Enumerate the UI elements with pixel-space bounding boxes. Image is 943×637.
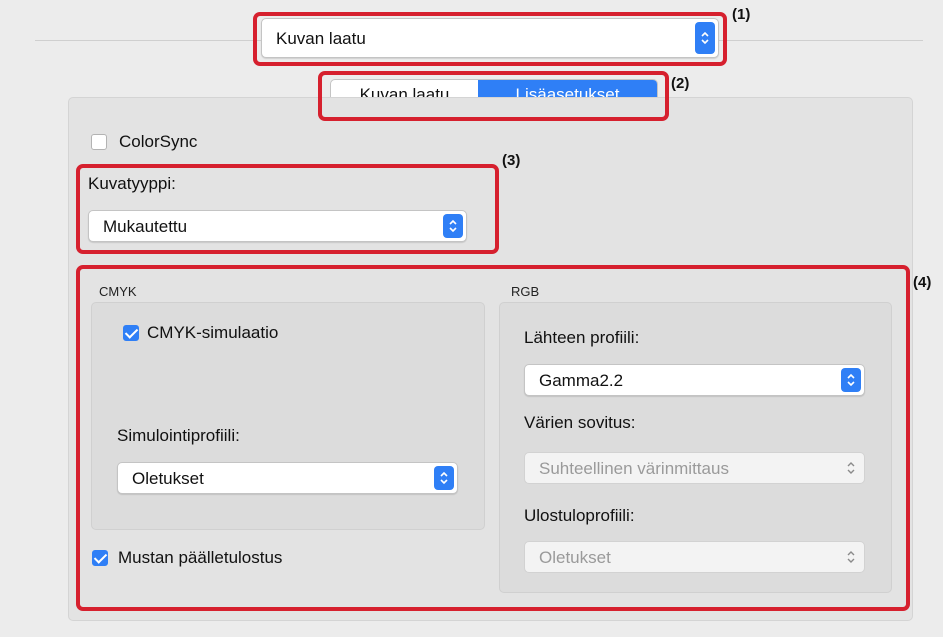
- callout-1: (1): [732, 6, 751, 23]
- annotation-box-3: [76, 164, 499, 254]
- colorsync-checkbox[interactable]: [91, 134, 107, 150]
- annotation-box-1: [253, 12, 727, 66]
- colorsync-label: ColorSync: [119, 132, 198, 151]
- callout-2: (2): [671, 75, 690, 92]
- callout-3: (3): [502, 152, 521, 169]
- callout-4: (4): [913, 274, 932, 291]
- annotation-box-4: [76, 265, 910, 611]
- annotation-box-2: [318, 71, 669, 121]
